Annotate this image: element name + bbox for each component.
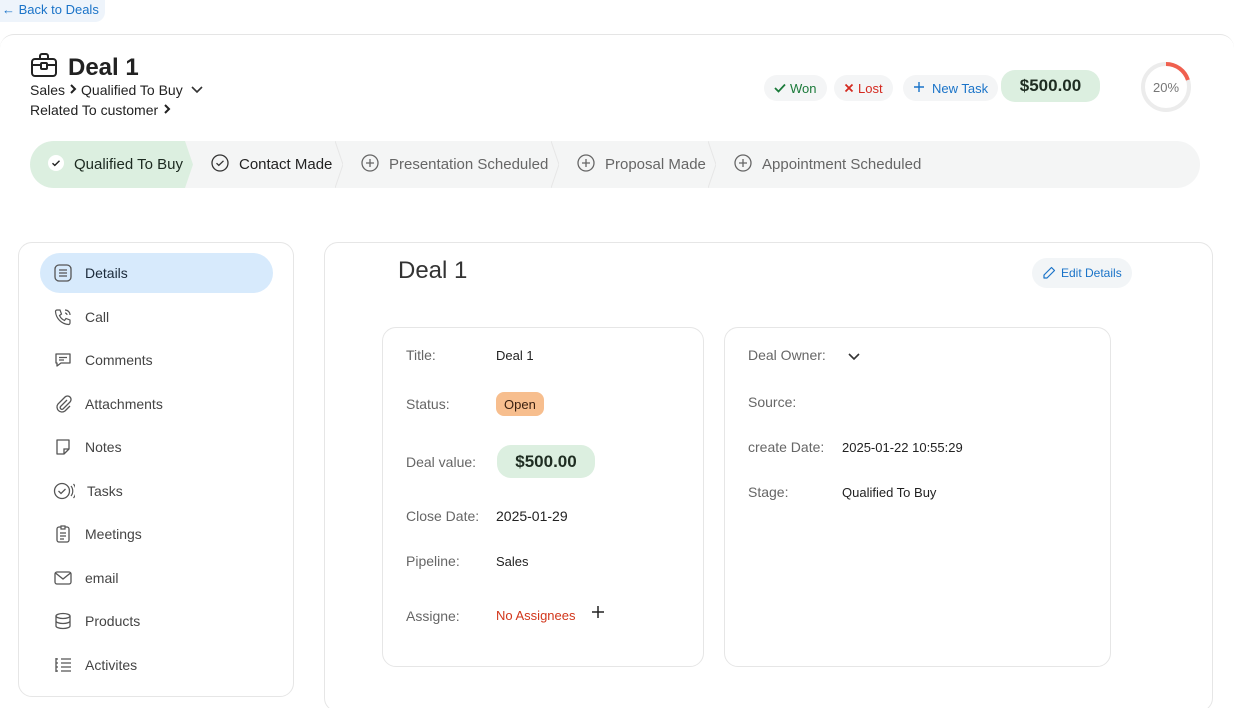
stage-separator bbox=[335, 141, 343, 188]
breadcrumb-stage[interactable]: Qualified To Buy bbox=[81, 82, 183, 98]
stage-contact-made[interactable]: Contact Made bbox=[193, 141, 343, 188]
sidebar-item-details[interactable]: Details bbox=[40, 253, 273, 293]
stage-separator bbox=[551, 141, 559, 188]
sidebar-item-meetings[interactable]: Meetings bbox=[40, 514, 273, 554]
related-label: Related To customer bbox=[30, 102, 159, 118]
sidebar-item-label: Attachments bbox=[85, 396, 163, 412]
sidebar-item-notes[interactable]: Notes bbox=[40, 427, 273, 467]
chevron-down-icon[interactable] bbox=[190, 82, 204, 98]
stage-label: Proposal Made bbox=[605, 156, 706, 173]
stage-pipeline: Qualified To Buy Contact Made Presentati… bbox=[30, 141, 1200, 188]
comment-icon bbox=[55, 353, 71, 367]
deal-progress-ring: 20% bbox=[1140, 61, 1192, 113]
sidebar: Details Call Comments Attachments Notes … bbox=[18, 242, 294, 697]
phone-icon bbox=[54, 309, 71, 326]
source-label: Source: bbox=[748, 394, 797, 410]
stage-appointment-scheduled[interactable]: Appointment Scheduled bbox=[716, 141, 946, 188]
add-assignee-icon[interactable] bbox=[590, 604, 606, 622]
chevron-down-icon[interactable] bbox=[846, 350, 862, 364]
lost-label: Lost bbox=[858, 80, 883, 96]
sidebar-item-label: Tasks bbox=[87, 483, 123, 499]
pipeline-value: Sales bbox=[496, 554, 529, 569]
sidebar-item-tasks[interactable]: Tasks bbox=[40, 471, 273, 511]
x-icon bbox=[844, 81, 854, 96]
sidebar-item-activities[interactable]: Activites bbox=[40, 645, 273, 685]
progress-percent: 20% bbox=[1152, 79, 1180, 95]
title-value: Deal 1 bbox=[496, 348, 534, 363]
new-task-label: New Task bbox=[932, 80, 989, 96]
deal-title-row: Deal 1 bbox=[30, 52, 139, 83]
close-date-value: 2025-01-29 bbox=[496, 508, 568, 524]
mail-icon bbox=[54, 571, 72, 585]
stage-label: Presentation Scheduled bbox=[389, 156, 549, 173]
create-date-label: create Date: bbox=[748, 439, 825, 455]
breadcrumb-pipeline[interactable]: Sales bbox=[30, 82, 65, 98]
deal-value-badge: $500.00 bbox=[497, 445, 595, 478]
stage-proposal-made[interactable]: Proposal Made bbox=[559, 141, 716, 188]
assignee-label: Assigne: bbox=[406, 608, 460, 624]
sidebar-item-attachments[interactable]: Attachments bbox=[40, 384, 273, 424]
sidebar-item-label: Activites bbox=[85, 657, 138, 673]
won-label: Won bbox=[790, 80, 817, 96]
create-date-value: 2025-01-22 10:55:29 bbox=[842, 440, 963, 455]
chevron-right-icon bbox=[162, 102, 172, 118]
related-to-link[interactable]: Related To customer bbox=[30, 102, 172, 118]
close-date-label: Close Date: bbox=[406, 508, 480, 524]
breadcrumb: Sales Qualified To Buy bbox=[30, 82, 204, 98]
back-to-deals-link[interactable]: ← Back to Deals bbox=[0, 0, 105, 22]
plus-circle-icon bbox=[361, 153, 379, 176]
edit-details-button[interactable]: Edit Details bbox=[1032, 258, 1132, 288]
title-label: Title: bbox=[406, 347, 436, 363]
lost-button[interactable]: Lost bbox=[834, 75, 893, 101]
stage-label: Contact Made bbox=[239, 156, 333, 173]
stage-separator bbox=[708, 141, 716, 188]
tasks-icon bbox=[53, 482, 75, 500]
sidebar-item-label: Details bbox=[85, 265, 128, 281]
new-task-button[interactable]: New Task bbox=[903, 75, 999, 101]
sidebar-item-call[interactable]: Call bbox=[40, 297, 273, 337]
pencil-icon bbox=[1043, 266, 1056, 279]
list-icon bbox=[55, 658, 71, 672]
check-circle-icon bbox=[211, 153, 229, 176]
stage-qualified-to-buy[interactable]: Qualified To Buy bbox=[30, 141, 193, 188]
deal-owner-label: Deal Owner: bbox=[748, 347, 826, 363]
assignee-value: No Assignees bbox=[496, 608, 576, 623]
stage-label: Appointment Scheduled bbox=[762, 156, 922, 173]
check-icon bbox=[774, 81, 786, 96]
sidebar-item-email[interactable]: email bbox=[40, 558, 273, 598]
note-icon bbox=[56, 439, 70, 455]
briefcase-icon bbox=[30, 52, 58, 83]
sidebar-item-label: Products bbox=[85, 613, 141, 629]
details-icon bbox=[54, 264, 72, 282]
edit-details-label: Edit Details bbox=[1061, 266, 1122, 280]
stage-presentation-scheduled[interactable]: Presentation Scheduled bbox=[343, 141, 559, 188]
plus-circle-icon bbox=[734, 153, 752, 176]
stage-label: Qualified To Buy bbox=[74, 156, 183, 173]
plus-circle-icon bbox=[577, 153, 595, 176]
status-label: Status: bbox=[406, 396, 450, 412]
sidebar-item-products[interactable]: Products bbox=[40, 601, 273, 641]
sidebar-item-label: Call bbox=[85, 309, 110, 325]
chevron-right-icon bbox=[68, 82, 78, 98]
paperclip-icon bbox=[56, 395, 72, 413]
sidebar-item-label: Meetings bbox=[85, 526, 142, 542]
check-circle-icon bbox=[48, 155, 64, 175]
sidebar-item-label: Notes bbox=[85, 439, 122, 455]
plus-icon bbox=[913, 81, 925, 96]
deal-title: Deal 1 bbox=[68, 53, 139, 81]
deal-value-label: Deal value: bbox=[406, 454, 477, 470]
sidebar-item-comments[interactable]: Comments bbox=[40, 340, 273, 380]
sidebar-item-label: Comments bbox=[85, 352, 153, 368]
details-title: Deal 1 bbox=[398, 257, 468, 284]
sidebar-item-label: email bbox=[85, 570, 119, 586]
won-button[interactable]: Won bbox=[764, 75, 827, 101]
clipboard-icon bbox=[56, 525, 70, 543]
deal-amount-badge: $500.00 bbox=[1001, 70, 1100, 102]
database-icon bbox=[55, 612, 71, 630]
stage-value: Qualified To Buy bbox=[842, 485, 937, 500]
pipeline-label: Pipeline: bbox=[406, 553, 460, 569]
status-badge: Open bbox=[496, 392, 544, 416]
stage-label: Stage: bbox=[748, 484, 789, 500]
